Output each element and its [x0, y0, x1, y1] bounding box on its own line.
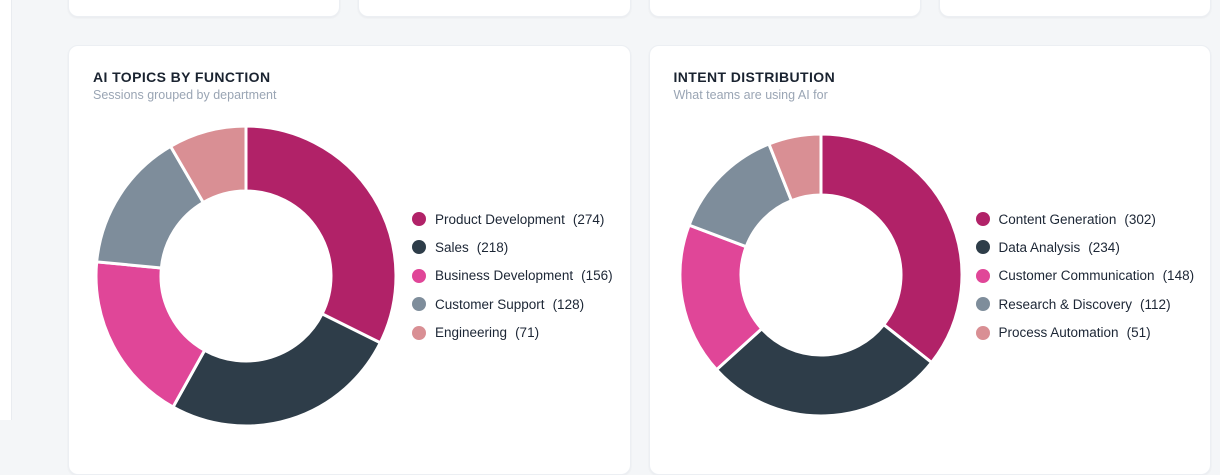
- stat-card: [938, 0, 1211, 17]
- legend-swatch-icon: [975, 268, 990, 283]
- legend-item: Engineering (71): [412, 325, 613, 341]
- legend-item: Customer Support (128): [412, 296, 613, 312]
- chart-legend: Product Development (274) Sales (218) Busine…: [412, 212, 613, 354]
- stat-card: [68, 0, 341, 17]
- card-header: INTENT DISTRIBUTION What teams are using…: [650, 46, 1211, 102]
- legend-item: Business Development (156): [412, 268, 613, 284]
- legend-label: Customer Communication: [998, 268, 1155, 284]
- main-content: AI TOPICS BY FUNCTION Sessions grouped b…: [68, 0, 1211, 475]
- legend-item: Content Generation (302): [975, 211, 1195, 227]
- legend-item: Customer Communication (148): [975, 268, 1195, 284]
- legend-label: Content Generation: [998, 211, 1117, 227]
- chart-card-ai-topics: AI TOPICS BY FUNCTION Sessions grouped b…: [68, 45, 631, 475]
- legend-item: Research & Discovery (112): [975, 296, 1195, 312]
- legend-label: Engineering: [435, 325, 508, 341]
- chart-title: AI TOPICS BY FUNCTION: [93, 69, 271, 85]
- charts-row: AI TOPICS BY FUNCTION Sessions grouped b…: [68, 45, 1211, 475]
- legend-swatch-icon: [975, 325, 990, 340]
- legend-count: (234): [1088, 239, 1120, 255]
- chart-subtitle: Sessions grouped by department: [93, 88, 277, 102]
- legend-swatch-icon: [412, 268, 426, 283]
- legend-count: (218): [476, 239, 509, 255]
- chart-title: INTENT DISTRIBUTION: [673, 69, 836, 85]
- chart-card-intent-distribution: INTENT DISTRIBUTION What teams are using…: [648, 45, 1211, 475]
- card-header: AI TOPICS BY FUNCTION Sessions grouped b…: [69, 46, 630, 102]
- legend-item: Data Analysis (234): [975, 239, 1195, 255]
- donut-slice[interactable]: [244, 124, 398, 345]
- legend-count: (112): [1140, 296, 1171, 312]
- donut-slice[interactable]: [819, 132, 963, 365]
- stat-card: [648, 0, 921, 17]
- legend-item: Process Automation (51): [975, 325, 1195, 341]
- legend-count: (274): [572, 211, 605, 227]
- chart-legend: Content Generation (302) Data Analysis (234…: [975, 211, 1195, 354]
- stat-card: [358, 0, 631, 17]
- legend-label: Process Automation: [998, 325, 1119, 341]
- legend-swatch-icon: [412, 240, 426, 255]
- stats-row: [68, 0, 1211, 17]
- legend-label: Product Development: [435, 211, 565, 227]
- donut-chart-ai-topics: [94, 124, 398, 428]
- legend-label: Customer Support: [435, 296, 545, 312]
- legend-count: (302): [1124, 211, 1156, 227]
- legend-count: (148): [1162, 268, 1195, 284]
- donut-slice[interactable]: [170, 311, 383, 428]
- legend-swatch-icon: [975, 240, 990, 255]
- legend-swatch-icon: [412, 212, 426, 226]
- donut-chart-intent-distribution: [678, 132, 963, 418]
- legend-swatch-icon: [412, 325, 426, 340]
- legend-count: (128): [552, 296, 585, 312]
- legend-swatch-icon: [975, 297, 990, 312]
- legend-label: Data Analysis: [998, 239, 1081, 255]
- legend-label: Sales: [435, 239, 469, 255]
- legend-item: Product Development (274): [412, 211, 613, 227]
- legend-count: (51): [1126, 325, 1151, 341]
- legend-label: Research & Discovery: [998, 296, 1133, 312]
- legend-swatch-icon: [412, 297, 426, 312]
- legend-swatch-icon: [975, 212, 990, 226]
- legend-item: Sales (218): [412, 239, 613, 255]
- chart-subtitle: What teams are using AI for: [673, 88, 828, 102]
- legend-count: (156): [581, 268, 613, 284]
- sidebar-edge: [0, 0, 12, 420]
- legend-count: (71): [515, 325, 540, 341]
- legend-label: Business Development: [435, 268, 574, 284]
